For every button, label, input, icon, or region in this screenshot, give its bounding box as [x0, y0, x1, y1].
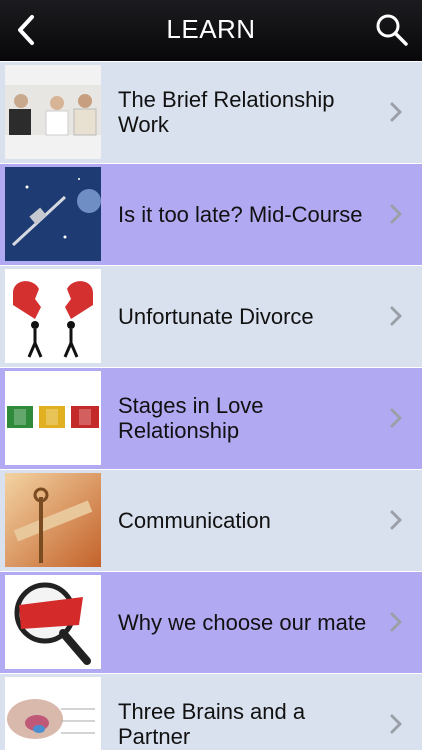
list-item-title: Unfortunate Divorce [118, 303, 314, 329]
list-item[interactable]: Unfortunate Divorce [0, 265, 422, 367]
topic-thumbnail [5, 167, 101, 261]
app-screen: LEARN The Brief Relationship Work Is it … [0, 0, 422, 750]
page-title: LEARN [166, 14, 256, 44]
chevron-right-icon [390, 612, 402, 632]
list-item-title: Communication [118, 507, 271, 533]
topic-thumbnail [5, 371, 101, 465]
topic-thumbnail [5, 473, 101, 567]
list-item[interactable]: The Brief Relationship Work [0, 61, 422, 163]
list-item-title: The Brief Relationship Work [118, 87, 335, 137]
one-two-three-image [5, 371, 101, 465]
brain-diagram-image [5, 677, 101, 750]
chevron-right-icon [390, 102, 402, 122]
broken-heart-image [5, 269, 101, 363]
list-item-title: Is it too late? Mid-Course [118, 201, 363, 227]
list-item[interactable]: Stages in Love Relationship [0, 367, 422, 469]
communication-signpost-image [5, 473, 101, 567]
chevron-right-icon [390, 408, 402, 428]
space-satellite-image [5, 167, 101, 261]
topic-thumbnail [5, 65, 101, 159]
topic-thumbnail [5, 269, 101, 363]
list-item[interactable]: Why we choose our mate [0, 571, 422, 673]
navigation-bar: LEARN [0, 0, 422, 61]
topic-list: The Brief Relationship Work Is it too la… [0, 61, 422, 750]
group-photo-image [5, 65, 101, 159]
why-magnifier-image [5, 575, 101, 669]
chevron-right-icon [390, 306, 402, 326]
list-item-title: Why we choose our mate [118, 609, 367, 635]
chevron-right-icon [390, 204, 402, 224]
topic-thumbnail [5, 575, 101, 669]
search-icon [376, 14, 408, 46]
list-item[interactable]: Three Brains and a Partner [0, 673, 422, 750]
list-item[interactable]: Is it too late? Mid-Course [0, 163, 422, 265]
chevron-right-icon [390, 510, 402, 530]
list-item[interactable]: Communication [0, 469, 422, 571]
chevron-right-icon [390, 714, 402, 734]
list-item-title: Three Brains and a Partner [118, 699, 306, 749]
list-item-title: Stages in Love Relationship [118, 393, 264, 443]
topic-thumbnail [5, 677, 101, 750]
search-button[interactable] [374, 12, 410, 48]
